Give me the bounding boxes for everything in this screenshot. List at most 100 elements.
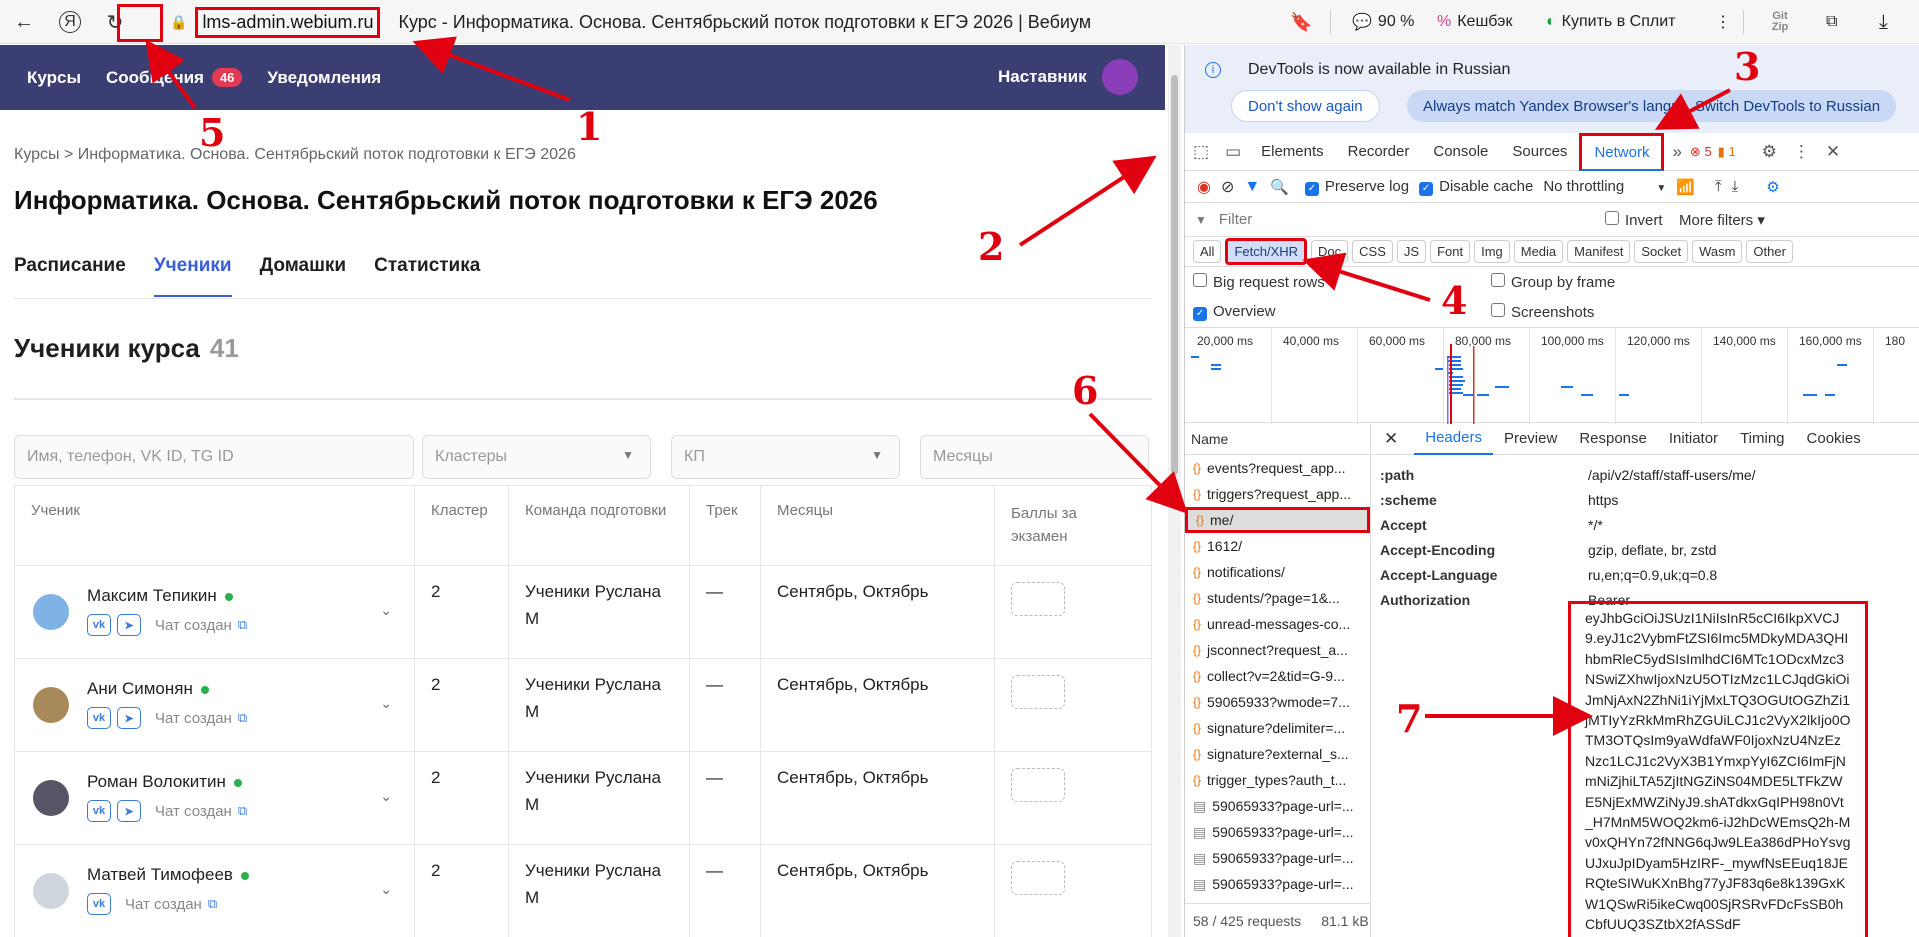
device-toolbar-icon[interactable]: ▭ — [1217, 142, 1249, 162]
url-host[interactable]: lms-admin.webium.ru — [195, 6, 381, 38]
external-link-icon[interactable]: ⧉ — [238, 710, 247, 726]
telegram-icon[interactable]: ➤ — [117, 614, 141, 636]
cashback-button[interactable]: % Кешбэк — [1437, 10, 1512, 34]
group-by-frame-checkbox[interactable]: Group by frame — [1491, 273, 1615, 291]
type-filter-manifest[interactable]: Manifest — [1567, 240, 1631, 263]
tab-elements[interactable]: Elements — [1249, 133, 1336, 171]
close-icon[interactable]: ✕ — [1818, 142, 1848, 162]
type-filter-socket[interactable]: Socket — [1634, 240, 1689, 263]
nav-courses[interactable]: Курсы — [27, 68, 81, 88]
request-row[interactable]: {} collect?v=2&tid=G-9... — [1185, 663, 1370, 689]
vk-icon[interactable]: vk — [87, 893, 111, 915]
inspect-icon[interactable]: ⬚ — [1185, 142, 1217, 162]
disable-cache-checkbox[interactable]: ✓ Disable cache — [1419, 178, 1533, 196]
tab-headers[interactable]: Headers — [1414, 423, 1493, 455]
student-name[interactable]: Матвей Тимофеев — [87, 865, 249, 885]
address-bar[interactable]: 🔒 lms-admin.webium.ru Курс - Информатика… — [170, 5, 1310, 39]
settings-gear-icon[interactable]: ⚙ — [1754, 142, 1785, 162]
vk-icon[interactable]: vk — [87, 800, 111, 822]
chevron-down-icon[interactable]: ⌄ — [380, 788, 392, 805]
avatar[interactable] — [33, 780, 69, 816]
type-filter-other[interactable]: Other — [1746, 240, 1793, 263]
score-input[interactable] — [1011, 768, 1065, 802]
score-input[interactable] — [1011, 675, 1065, 709]
request-row[interactable]: {} 59065933?wmode=7... — [1185, 689, 1370, 715]
dont-show-button[interactable]: Don't show again — [1231, 90, 1380, 122]
clusters-select[interactable]: Кластеры ▼ — [422, 435, 651, 479]
breadcrumb[interactable]: Курсы > Информатика. Основа. Сентябрьски… — [14, 146, 576, 164]
tab-cookies[interactable]: Cookies — [1796, 423, 1872, 455]
name-column-header[interactable]: Name — [1185, 423, 1370, 455]
tab-timing[interactable]: Timing — [1729, 423, 1795, 455]
kebab-menu-icon[interactable]: ⋮ — [1785, 142, 1818, 162]
student-name[interactable]: Ани Симонян — [87, 679, 209, 699]
external-link-icon[interactable]: ⧉ — [238, 803, 247, 819]
request-row[interactable]: ▤ 59065933?page-url=... — [1185, 793, 1370, 819]
vk-icon[interactable]: vk — [87, 707, 111, 729]
avatar[interactable] — [1102, 59, 1138, 95]
type-filter-css[interactable]: CSS — [1352, 240, 1393, 263]
tab-homework[interactable]: Домашки — [260, 255, 347, 297]
bookmark-icon[interactable]: 🔖 — [1290, 12, 1312, 33]
close-details-icon[interactable]: ✕ — [1372, 423, 1414, 455]
request-row[interactable]: {} unread-messages-co... — [1185, 611, 1370, 637]
external-link-icon[interactable]: ⧉ — [208, 896, 217, 912]
type-filter-all[interactable]: All — [1193, 240, 1222, 263]
score-input[interactable] — [1011, 861, 1065, 895]
download-har-icon[interactable]: ⤓ — [1732, 178, 1739, 195]
tab-console[interactable]: Console — [1421, 133, 1500, 171]
student-name[interactable]: Максим Тепикин — [87, 586, 233, 606]
request-row[interactable]: {} jsconnect?request_a... — [1185, 637, 1370, 663]
telegram-icon[interactable]: ➤ — [117, 800, 141, 822]
error-count[interactable]: ⊗ 5 — [1690, 144, 1712, 160]
switch-language-button[interactable]: Switch DevTools to Russian — [1679, 90, 1897, 122]
request-row[interactable]: {} events?request_app... — [1185, 455, 1370, 481]
tab-sources[interactable]: Sources — [1500, 133, 1579, 171]
tab-network[interactable]: Network — [1579, 132, 1665, 171]
request-row[interactable]: {} me/ — [1185, 507, 1370, 533]
search-input[interactable]: Имя, телефон, VK ID, TG ID — [14, 435, 414, 479]
tab-students[interactable]: Ученики — [153, 255, 232, 297]
yandex-logo-icon[interactable]: Я — [59, 11, 81, 33]
avatar[interactable] — [33, 873, 69, 909]
request-row[interactable]: ▤ 59065933?page-url=... — [1185, 871, 1370, 897]
always-match-button[interactable]: Always match Yandex Browser's language — [1407, 90, 1721, 122]
table-row[interactable]: Максим Тепикин vk ➤ Чат создан ⧉ ⌄ 2 Ученики Ру… — [15, 566, 1151, 659]
overview-checkbox[interactable]: ✓ Overview — [1193, 303, 1276, 321]
preserve-log-checkbox[interactable]: ✓ Preserve log — [1304, 178, 1409, 196]
vk-icon[interactable]: vk — [87, 614, 111, 636]
request-row[interactable]: ▤ 59065933?page-url=... — [1185, 819, 1370, 845]
page-scrollbar[interactable] — [1168, 45, 1181, 937]
download-icon[interactable]: ⤓ — [1879, 10, 1888, 34]
more-tabs-icon[interactable]: » — [1664, 142, 1689, 162]
warning-count[interactable]: ▮ 1 — [1718, 144, 1736, 160]
clear-icon[interactable]: ⊘ — [1221, 177, 1234, 197]
network-settings-icon[interactable]: ⚙ — [1766, 178, 1779, 196]
avatar[interactable] — [33, 594, 69, 630]
request-row[interactable]: {} triggers?request_app... — [1185, 481, 1370, 507]
request-row[interactable]: {} trigger_types?auth_t... — [1185, 767, 1370, 793]
request-row[interactable]: {} students/?page=1&... — [1185, 585, 1370, 611]
type-filter-font[interactable]: Font — [1430, 240, 1471, 263]
tab-schedule[interactable]: Расписание — [14, 255, 126, 297]
type-filter-media[interactable]: Media — [1513, 240, 1564, 263]
nav-notifications[interactable]: Уведомления — [267, 68, 381, 88]
tab-preview[interactable]: Preview — [1493, 423, 1568, 455]
months-select[interactable]: Месяцы — [920, 435, 1149, 479]
gitzip-icon[interactable]: Git Zip — [1766, 10, 1794, 34]
big-rows-checkbox[interactable]: Big request rows — [1193, 273, 1325, 291]
extensions-icon[interactable]: ⧉ — [1826, 10, 1837, 34]
kp-select[interactable]: КП ▼ — [671, 435, 900, 479]
network-overview[interactable]: 20,000 ms 40,000 ms 60,000 ms 80,000 ms 100,… — [1185, 327, 1919, 424]
table-row[interactable]: Матвей Тимофеев vk Чат создан ⧉ ⌄ 2 Ученики Ру… — [15, 845, 1151, 937]
back-arrow-icon[interactable]: ← — [10, 8, 38, 36]
split-button[interactable]: ◐ Купить в Сплит — [1546, 10, 1675, 34]
record-icon[interactable]: ◉ — [1197, 177, 1211, 197]
authorization-token[interactable]: eyJhbGciOiJSUzI1NiIsInR5cCI6IkpXVCJ9.eyJ… — [1568, 601, 1868, 937]
type-filter-img[interactable]: Img — [1474, 240, 1510, 263]
request-row[interactable]: {} signature?external_s... — [1185, 741, 1370, 767]
request-row[interactable]: {} signature?delimiter=... — [1185, 715, 1370, 741]
nav-messages[interactable]: Сообщения 46 — [106, 68, 243, 88]
search-icon[interactable]: 🔍 — [1270, 178, 1289, 196]
filter-input[interactable]: Filter — [1219, 211, 1599, 228]
